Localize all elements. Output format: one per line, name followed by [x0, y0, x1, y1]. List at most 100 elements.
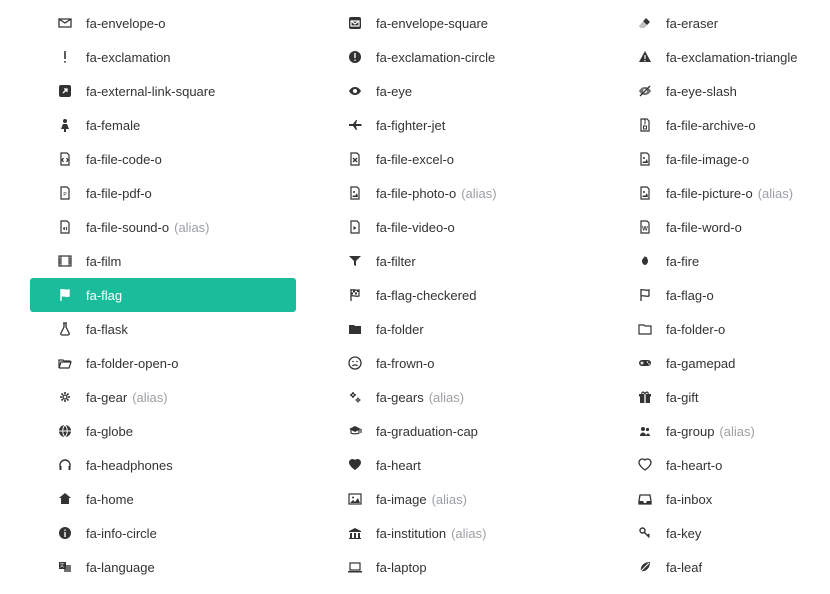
icon-item-fa-group[interactable]: fa-group (alias): [610, 414, 808, 448]
icon-label: fa-group: [666, 424, 714, 439]
icon-label: fa-heart: [376, 458, 421, 473]
icon-item-fa-exclamation-triangle[interactable]: fa-exclamation-triangle: [610, 40, 808, 74]
icon-label: fa-eye-slash: [666, 84, 737, 99]
icon-label: fa-file-video-o: [376, 220, 455, 235]
icon-item-fa-laptop[interactable]: fa-laptop: [320, 550, 586, 584]
fa-flag-icon: [54, 288, 76, 302]
icon-item-fa-file-picture-o[interactable]: fa-file-picture-o(alias): [610, 176, 808, 210]
fa-fire-icon: [634, 254, 656, 268]
icon-item-fa-leaf[interactable]: fa-leaf: [610, 550, 808, 584]
icon-item-fa-fire[interactable]: fa-fire: [610, 244, 808, 278]
icon-item-fa-flask[interactable]: fa-flask: [30, 312, 296, 346]
fa-home-icon: [54, 492, 76, 506]
icon-item-fa-file-pdf-o[interactable]: fa-file-pdf-o: [30, 176, 296, 210]
icon-item-fa-folder[interactable]: fa-folder: [320, 312, 586, 346]
icon-item-fa-key[interactable]: fa-key: [610, 516, 808, 550]
alias-badge: (alias): [429, 390, 464, 405]
fa-institution-icon: [344, 526, 366, 540]
icon-item-fa-gamepad[interactable]: fa-gamepad: [610, 346, 808, 380]
icon-label: fa-fire: [666, 254, 699, 269]
icon-label: fa-flag-checkered: [376, 288, 476, 303]
fa-info-circle-icon: [54, 526, 76, 540]
icon-item-fa-frown-o[interactable]: fa-frown-o: [320, 346, 586, 380]
icon-label: fa-leaf: [666, 560, 702, 575]
fa-flag-checkered-icon: [344, 288, 366, 302]
icon-item-fa-film[interactable]: fa-film: [30, 244, 296, 278]
icon-item-fa-home[interactable]: fa-home: [30, 482, 296, 516]
icon-item-fa-exclamation[interactable]: fa-exclamation: [30, 40, 296, 74]
fa-gear-icon: [54, 390, 76, 404]
fa-flask-icon: [54, 322, 76, 336]
fa-gift-icon: [634, 390, 656, 404]
icon-label: fa-filter: [376, 254, 416, 269]
fa-eye-slash-icon: [634, 84, 656, 98]
icon-item-fa-exclamation-circle[interactable]: fa-exclamation-circle: [320, 40, 586, 74]
icon-item-fa-graduation-cap[interactable]: fa-graduation-cap: [320, 414, 586, 448]
fa-gamepad-icon: [634, 356, 656, 370]
icon-item-fa-headphones[interactable]: fa-headphones: [30, 448, 296, 482]
fa-folder-icon: [344, 322, 366, 336]
icon-label: fa-exclamation-circle: [376, 50, 495, 65]
icon-item-fa-gear[interactable]: fa-gear(alias): [30, 380, 296, 414]
icon-label: fa-film: [86, 254, 121, 269]
fa-file-photo-o-icon: [344, 186, 366, 200]
icon-item-fa-file-video-o[interactable]: fa-file-video-o: [320, 210, 586, 244]
icon-item-fa-flag-checkered[interactable]: fa-flag-checkered: [320, 278, 586, 312]
icon-item-fa-heart[interactable]: fa-heart: [320, 448, 586, 482]
icon-label: fa-folder: [376, 322, 424, 337]
fa-envelope-square-icon: [344, 16, 366, 30]
icon-item-fa-inbox[interactable]: fa-inbox: [610, 482, 808, 516]
icon-item-fa-file-code-o[interactable]: fa-file-code-o: [30, 142, 296, 176]
icon-item-fa-file-photo-o[interactable]: fa-file-photo-o(alias): [320, 176, 586, 210]
alias-badge: (alias): [719, 424, 754, 439]
alias-badge: (alias): [174, 220, 209, 235]
icon-label: fa-language: [86, 560, 155, 575]
icon-item-fa-gears[interactable]: fa-gears(alias): [320, 380, 586, 414]
fa-exclamation-triangle-icon: [634, 50, 656, 64]
icon-label: fa-file-sound-o: [86, 220, 169, 235]
icon-label: fa-flag-o: [666, 288, 714, 303]
icon-item-fa-eye[interactable]: fa-eye: [320, 74, 586, 108]
fa-heart-icon: [344, 458, 366, 472]
icon-item-fa-file-image-o[interactable]: fa-file-image-o: [610, 142, 808, 176]
icon-label: fa-file-word-o: [666, 220, 742, 235]
icon-label: fa-gift: [666, 390, 699, 405]
icon-item-fa-folder-open-o[interactable]: fa-folder-open-o: [30, 346, 296, 380]
icon-item-fa-gift[interactable]: fa-gift: [610, 380, 808, 414]
icon-item-fa-envelope-o[interactable]: fa-envelope-o: [30, 6, 296, 40]
icon-item-fa-flag[interactable]: fa-flag: [30, 278, 296, 312]
icon-item-fa-file-excel-o[interactable]: fa-file-excel-o: [320, 142, 586, 176]
fa-language-icon: [54, 560, 76, 574]
icon-item-fa-image[interactable]: fa-image(alias): [320, 482, 586, 516]
icon-item-fa-file-archive-o[interactable]: fa-file-archive-o: [610, 108, 808, 142]
icon-item-fa-flag-o[interactable]: fa-flag-o: [610, 278, 808, 312]
icon-label: fa-envelope-o: [86, 16, 166, 31]
icon-item-fa-globe[interactable]: fa-globe: [30, 414, 296, 448]
icon-label: fa-gamepad: [666, 356, 735, 371]
icon-item-fa-info-circle[interactable]: fa-info-circle: [30, 516, 296, 550]
fa-file-sound-o-icon: [54, 220, 76, 234]
icon-item-fa-heart-o[interactable]: fa-heart-o: [610, 448, 808, 482]
icon-item-fa-female[interactable]: fa-female: [30, 108, 296, 142]
icon-item-fa-language[interactable]: fa-language: [30, 550, 296, 584]
icon-item-fa-file-sound-o[interactable]: fa-file-sound-o (alias): [30, 210, 296, 244]
fa-external-link-square-icon: [54, 84, 76, 98]
fa-folder-o-icon: [634, 322, 656, 336]
icon-item-fa-folder-o[interactable]: fa-folder-o: [610, 312, 808, 346]
icon-item-fa-institution[interactable]: fa-institution(alias): [320, 516, 586, 550]
icon-item-fa-envelope-square[interactable]: fa-envelope-square: [320, 6, 586, 40]
fa-key-icon: [634, 526, 656, 540]
icon-item-fa-eraser[interactable]: fa-eraser: [610, 6, 808, 40]
icon-label: fa-info-circle: [86, 526, 157, 541]
icon-item-fa-file-word-o[interactable]: fa-file-word-o: [610, 210, 808, 244]
icon-item-fa-external-link-square[interactable]: fa-external-link-square: [30, 74, 296, 108]
fa-group-icon: [634, 424, 656, 438]
fa-globe-icon: [54, 424, 76, 438]
icon-label: fa-globe: [86, 424, 133, 439]
icon-item-fa-eye-slash[interactable]: fa-eye-slash: [610, 74, 808, 108]
icon-label: fa-folder-open-o: [86, 356, 179, 371]
icon-label: fa-flag: [86, 288, 122, 303]
fa-file-archive-o-icon: [634, 118, 656, 132]
icon-item-fa-filter[interactable]: fa-filter: [320, 244, 586, 278]
icon-item-fa-fighter-jet[interactable]: fa-fighter-jet: [320, 108, 586, 142]
